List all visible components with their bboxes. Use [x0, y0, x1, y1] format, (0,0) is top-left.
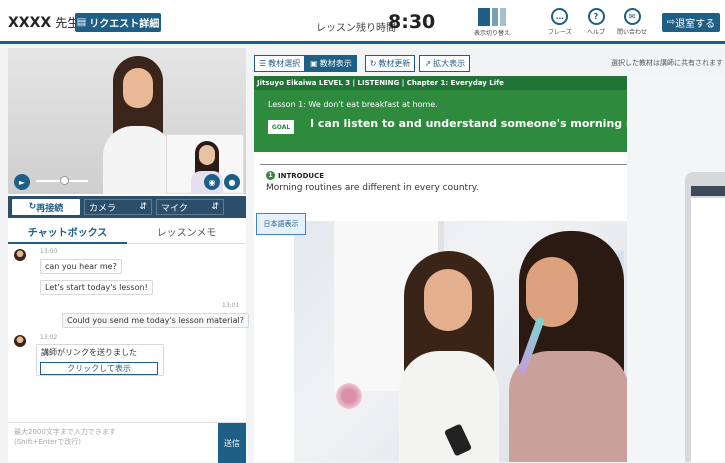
expand-icon: ↗	[424, 58, 432, 68]
teacher-name-text: XXXX	[8, 15, 52, 31]
exit-room-button[interactable]: ⇨ 退室する	[662, 13, 720, 32]
message-time: 13:01	[222, 302, 240, 309]
mic-icon[interactable]: ●	[224, 174, 240, 190]
teacher-avatar	[14, 249, 26, 261]
tablet-image	[685, 172, 725, 462]
goal-badge: GOAL	[268, 120, 294, 134]
layout-switch-button[interactable]: 表示切り替え	[474, 8, 510, 37]
lesson-photo	[294, 221, 627, 462]
contact-label: 問い合わせ	[617, 29, 648, 36]
layout-switch-label: 表示切り替え	[474, 30, 511, 37]
teacher-avatar	[14, 335, 26, 347]
reconnect-label: 再接続	[36, 203, 64, 214]
help-label: ヘルプ	[587, 29, 606, 36]
list-icon: ☰	[259, 58, 267, 68]
section-divider	[260, 164, 627, 165]
show-material-label: 教材表示	[319, 58, 352, 68]
question-icon: ?	[587, 8, 605, 25]
introduce-label: INTRODUCE	[278, 171, 324, 180]
select-material-button[interactable]: ☰ 教材選択	[254, 54, 306, 72]
course-line: Jitsuyo Eikaiwa LEVEL 3 | LISTENING | Ch…	[254, 76, 627, 90]
request-details-button[interactable]: ▤ リクエスト詳細	[75, 13, 161, 32]
remaining-time-value: 8:30	[388, 11, 436, 33]
camera-select[interactable]: カメラ ⇵	[84, 199, 152, 215]
tab-chat-box[interactable]: チャットボックス	[8, 220, 127, 244]
left-panel: ► ◉ ● ↻ 再接続 カメラ ⇵ マイク ⇵ チャットボックス レッスンメモ …	[8, 48, 249, 463]
lesson-header: Lesson 1: We don't eat breakfast at home…	[254, 90, 627, 152]
mic-select-label: マイク	[161, 203, 188, 214]
chat-log: 13:00 can you hear me? Let's start today…	[8, 246, 249, 424]
document-icon: ▤	[76, 17, 87, 28]
remaining-time-label: レッスン残り時間	[316, 23, 396, 34]
introduce-heading: 1 INTRODUCE	[266, 171, 324, 180]
exit-label: 退室する	[675, 19, 716, 30]
share-note: 選択した教材は講師に共有されます	[611, 59, 723, 67]
chat-input-area: 最大2000文字まで入力できます (Shift+Enterで改行) 送信	[8, 422, 246, 463]
refresh-icon: ↻	[28, 202, 37, 212]
reconnect-button[interactable]: ↻ 再接続	[12, 199, 80, 215]
show-material-button[interactable]: ▣ 教材表示	[305, 54, 357, 72]
window-icon: ▣	[310, 58, 318, 68]
help-button[interactable]: ? ヘルプ	[587, 8, 605, 36]
chat-message: Let's start today's lesson!	[40, 280, 153, 295]
introduce-text: Morning routines are different in every …	[266, 183, 479, 193]
enlarge-button[interactable]: ↗ 拡大表示	[419, 54, 471, 72]
update-material-button[interactable]: ↻ 教材更新	[364, 54, 416, 72]
mic-select[interactable]: マイク ⇵	[156, 199, 224, 215]
select-arrows-icon: ⇵	[211, 202, 219, 212]
mail-icon: ✉	[623, 8, 641, 25]
lesson-title: Lesson 1: We don't eat breakfast at home…	[268, 100, 438, 109]
layout-grid-icon	[478, 8, 506, 26]
chat-bubble-icon: …	[551, 8, 569, 25]
enlarge-label: 拡大表示	[433, 58, 466, 68]
contact-button[interactable]: ✉ 問い合わせ	[617, 8, 647, 36]
teacher-name: XXXX 先生	[8, 14, 79, 31]
chat-message: can you hear me?	[40, 259, 122, 274]
phrase-button[interactable]: … フレーズ	[548, 8, 572, 36]
tab-lesson-memo[interactable]: レッスンメモ	[127, 220, 246, 244]
select-arrows-icon: ⇵	[139, 202, 147, 212]
chat-tabs: チャットボックス レッスンメモ	[8, 220, 246, 244]
chat-message: Could you send me today's lesson materia…	[62, 313, 249, 328]
material-link[interactable]: クリックして表示	[40, 362, 158, 375]
message-time: 13:02	[40, 334, 58, 341]
update-material-label: 教材更新	[378, 58, 411, 68]
select-material-label: 教材選択	[268, 58, 301, 68]
material-toolbar: ☰ 教材選択 ▣ 教材表示 ↻ 教材更新 ↗ 拡大表示 選択した教材は講師に共有…	[254, 52, 725, 74]
message-time: 13:00	[40, 248, 58, 255]
camera-select-label: カメラ	[89, 203, 117, 214]
exit-icon: ⇨	[666, 17, 676, 28]
chat-message-text: 講師がリンクを送りました	[41, 348, 137, 357]
volume-slider-handle[interactable]	[60, 176, 69, 185]
device-bar: ↻ 再接続 カメラ ⇵ マイク ⇵	[8, 196, 246, 218]
top-header: XXXX 先生 ▤ リクエスト詳細 レッスン残り時間 8:30 表示切り替え … …	[0, 0, 725, 44]
speaker-icon[interactable]: ►	[14, 174, 30, 190]
shared-material-preview	[627, 76, 725, 462]
teacher-video-image	[103, 56, 173, 194]
send-button[interactable]: 送信	[218, 423, 246, 463]
section-number: 1	[266, 171, 275, 180]
goal-text: I can listen to and understand someone's…	[310, 117, 627, 130]
camera-icon[interactable]: ◉	[204, 174, 220, 190]
request-details-label: リクエスト詳細	[89, 19, 160, 30]
refresh-icon: ↻	[369, 58, 377, 68]
teacher-video: ► ◉ ●	[8, 48, 246, 194]
chat-input[interactable]: 最大2000文字まで入力できます (Shift+Enterで改行)	[14, 427, 214, 447]
phrase-label: フレーズ	[548, 29, 572, 36]
japanese-display-button[interactable]: 日本語表示	[256, 213, 306, 235]
lesson-material: Jitsuyo Eikaiwa LEVEL 3 | LISTENING | Ch…	[254, 76, 627, 462]
